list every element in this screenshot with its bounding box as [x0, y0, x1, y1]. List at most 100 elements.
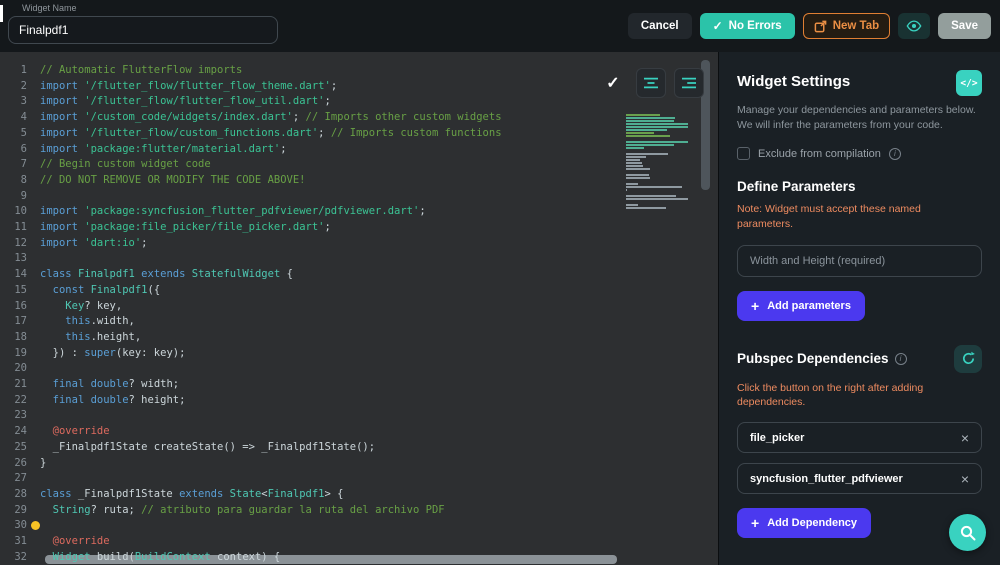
line-number: 19 [0, 346, 40, 362]
save-button[interactable]: Save [938, 13, 991, 39]
code-line[interactable]: 18 this.height, [0, 330, 718, 346]
parameters-note: Note: Widget must accept these named par… [737, 202, 972, 231]
search-icon [959, 524, 977, 542]
code-editor[interactable]: ✓ 1// Automatic FlutterFlow imports2impo… [0, 52, 718, 565]
line-number: 2 [0, 79, 40, 95]
align-center-icon [643, 76, 659, 90]
exclude-compilation-label: Exclude from compilation [758, 148, 881, 160]
line-number: 8 [0, 173, 40, 189]
editor-actions: ✓ [598, 68, 704, 98]
code-line[interactable]: 27 [0, 471, 718, 487]
code-line[interactable]: 25 _Finalpdf1State createState() => _Fin… [0, 440, 718, 456]
refresh-icon [961, 351, 976, 366]
eye-icon [906, 19, 922, 33]
code-view-button[interactable]: </> [956, 70, 982, 96]
plus-icon: + [751, 298, 759, 314]
info-icon[interactable]: i [889, 148, 901, 160]
exclude-compilation-checkbox[interactable] [737, 147, 750, 160]
line-number: 21 [0, 377, 40, 393]
no-errors-label: No Errors [729, 20, 782, 32]
line-number: 24 [0, 424, 40, 440]
code-line[interactable]: 32 Widget build(BuildContext context) { [0, 550, 718, 565]
code-line[interactable]: 8// DO NOT REMOVE OR MODIFY THE CODE ABO… [0, 173, 718, 189]
line-number: 26 [0, 456, 40, 472]
code-line[interactable]: 30 [0, 518, 718, 534]
line-number: 18 [0, 330, 40, 346]
code-line[interactable]: 16 Key? key, [0, 299, 718, 315]
code-line[interactable]: 24 @override [0, 424, 718, 440]
code-line[interactable]: 13 [0, 251, 718, 267]
add-parameters-label: Add parameters [767, 300, 851, 312]
line-number: 29 [0, 503, 40, 519]
check-icon: ✓ [713, 19, 723, 33]
code-line[interactable]: 7// Begin custom widget code [0, 157, 718, 173]
code-line[interactable]: 6import 'package:flutter/material.dart'; [0, 142, 718, 158]
line-number: 6 [0, 142, 40, 158]
add-dependency-button[interactable]: + Add Dependency [737, 508, 871, 538]
search-fab-button[interactable] [949, 514, 986, 551]
top-bar-actions: Cancel ✓ No Errors New Tab Save [628, 13, 991, 39]
remove-dependency-button[interactable]: × [961, 431, 969, 445]
line-number: 7 [0, 157, 40, 173]
widget-name-input[interactable] [8, 16, 278, 44]
new-tab-button[interactable]: New Tab [803, 13, 890, 39]
code-line[interactable]: 14class Finalpdf1 extends StatefulWidget… [0, 267, 718, 283]
widget-name-label: Widget Name [22, 3, 77, 13]
code-line[interactable]: 21 final double? width; [0, 377, 718, 393]
code-line[interactable]: 9 [0, 189, 718, 205]
preview-button[interactable] [898, 13, 930, 39]
line-number: 32 [0, 550, 40, 565]
code-line[interactable]: 15 const Finalpdf1({ [0, 283, 718, 299]
code-line[interactable]: 11import 'package:file_picker/file_picke… [0, 220, 718, 236]
cancel-button[interactable]: Cancel [628, 13, 692, 39]
code-line[interactable]: 4import '/custom_code/widgets/index.dart… [0, 110, 718, 126]
dependency-item: syncfusion_flutter_pdfviewer× [737, 463, 982, 494]
add-parameters-button[interactable]: + Add parameters [737, 291, 865, 321]
code-line[interactable]: 5import '/flutter_flow/custom_functions.… [0, 126, 718, 142]
plus-icon: + [751, 515, 759, 531]
code-line[interactable]: 17 this.width, [0, 314, 718, 330]
line-number: 12 [0, 236, 40, 252]
code-line[interactable]: 19 }) : super(key: key); [0, 346, 718, 362]
dependency-item: file_picker × [737, 422, 982, 453]
validate-code-button[interactable]: ✓ [598, 68, 628, 98]
format-align-center-button[interactable] [636, 68, 666, 98]
dependencies-note: Click the button on the right after addi… [737, 381, 955, 410]
info-icon[interactable]: i [895, 353, 907, 365]
line-number: 4 [0, 110, 40, 126]
settings-description: Manage your dependencies and parameters … [737, 103, 979, 132]
dependency-name: file_picker [750, 432, 804, 444]
no-errors-button[interactable]: ✓ No Errors [700, 13, 795, 39]
line-number: 3 [0, 94, 40, 110]
cancel-label: Cancel [641, 20, 679, 32]
save-label: Save [951, 20, 978, 32]
widget-settings-panel: Widget Settings </> Manage your dependen… [718, 52, 1000, 565]
line-number: 10 [0, 204, 40, 220]
line-number: 28 [0, 487, 40, 503]
open-in-new-tab-icon [814, 20, 827, 33]
code-line[interactable]: 20 [0, 361, 718, 377]
code-line[interactable]: 22 final double? height; [0, 393, 718, 409]
line-number: 31 [0, 534, 40, 550]
top-bar: Widget Name Cancel ✓ No Errors New Tab S… [0, 0, 1000, 52]
parameter-type-selector[interactable]: Width and Height (required) [737, 245, 982, 277]
code-line[interactable]: 23 [0, 408, 718, 424]
line-number: 22 [0, 393, 40, 409]
code-line[interactable]: 29 String? ruta; // atributo para guarda… [0, 503, 718, 519]
refresh-dependencies-button[interactable] [954, 345, 982, 373]
code-line[interactable]: 12import 'dart:io'; [0, 236, 718, 252]
code-line[interactable]: 10import 'package:syncfusion_flutter_pdf… [0, 204, 718, 220]
code-line[interactable]: 28class _Finalpdf1State extends State<Fi… [0, 487, 718, 503]
format-indent-button[interactable] [674, 68, 704, 98]
remove-dependency-button[interactable]: × [961, 472, 969, 486]
line-number: 5 [0, 126, 40, 142]
cursor-artifact [0, 5, 3, 22]
line-number: 11 [0, 220, 40, 236]
code-line[interactable]: 26} [0, 456, 718, 472]
code-line[interactable]: 31 @override [0, 534, 718, 550]
line-number: 23 [0, 408, 40, 424]
line-number: 27 [0, 471, 40, 487]
line-number: 14 [0, 267, 40, 283]
widget-settings-title: Widget Settings [737, 70, 850, 90]
new-tab-label: New Tab [833, 20, 879, 32]
